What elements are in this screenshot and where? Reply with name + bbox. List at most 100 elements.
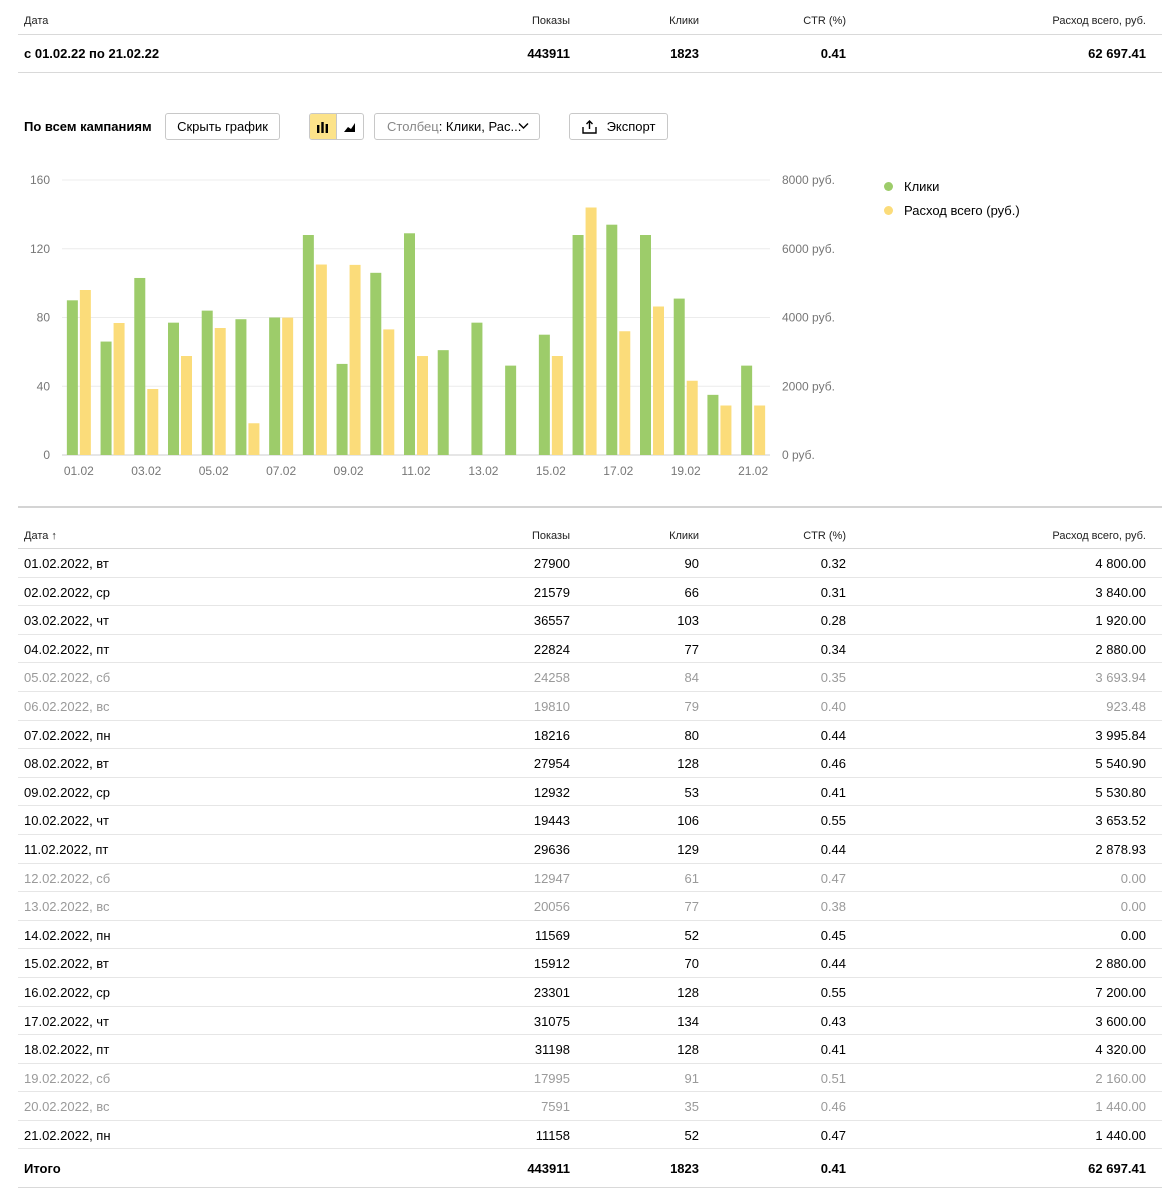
- x-tick-label: 03.02: [131, 464, 161, 478]
- table-row[interactable]: 21.02.2022, пн 11158 52 0.47 1 440.00: [18, 1121, 1162, 1150]
- table-row[interactable]: 10.02.2022, чт 19443 106 0.55 3 653.52: [18, 806, 1162, 835]
- daily-col-header-shows[interactable]: Показы: [532, 530, 570, 542]
- bar-chart-view-button[interactable]: [310, 114, 337, 139]
- row-spend: 3 600.00: [1095, 1013, 1146, 1029]
- table-row[interactable]: 19.02.2022, сб 17995 91 0.51 2 160.00: [18, 1064, 1162, 1093]
- bar-clicks: [269, 317, 281, 455]
- table-row[interactable]: 06.02.2022, вс 19810 79 0.40 923.48: [18, 692, 1162, 721]
- total-row: Итого 443911 1823 0.41 62 697.41: [18, 1150, 1162, 1188]
- row-ctr: 0.31: [820, 584, 846, 600]
- row-shows: 20056: [533, 899, 570, 915]
- table-row[interactable]: 03.02.2022, чт 36557 103 0.28 1 920.00: [18, 606, 1162, 635]
- row-clicks: 77: [684, 899, 699, 915]
- row-spend: 2 880.00: [1095, 956, 1146, 972]
- row-ctr: 0.44: [820, 841, 846, 857]
- daily-col-header-ctr[interactable]: CTR (%): [803, 530, 846, 542]
- daily-col-header-date[interactable]: Дата ↑: [24, 530, 57, 542]
- hide-chart-button[interactable]: Скрыть график: [165, 113, 280, 140]
- row-clicks: 66: [684, 584, 699, 600]
- row-clicks: 128: [677, 984, 699, 1000]
- table-row[interactable]: 04.02.2022, пт 22824 77 0.34 2 880.00: [18, 635, 1162, 664]
- row-date: 14.02.2022, пн: [24, 927, 111, 943]
- summary-date: с 01.02.22 по 21.02.22: [24, 46, 160, 61]
- row-date: 16.02.2022, ср: [24, 984, 111, 1000]
- bar-spend: [720, 405, 732, 455]
- col-header-shows[interactable]: Показы: [532, 15, 570, 27]
- table-row[interactable]: 15.02.2022, вт 15912 70 0.44 2 880.00: [18, 949, 1162, 978]
- row-spend: 0.00: [1120, 899, 1146, 915]
- bar-clicks: [437, 350, 449, 455]
- row-shows: 31198: [534, 1042, 570, 1058]
- table-row[interactable]: 14.02.2022, пн 11569 52 0.45 0.00: [18, 921, 1162, 950]
- legend-item-clicks[interactable]: Клики: [884, 174, 1020, 198]
- export-label: Экспорт: [606, 119, 656, 134]
- row-clicks: 106: [677, 813, 699, 829]
- col-header-spend[interactable]: Расход всего, руб.: [1052, 15, 1146, 27]
- y-left-tick-label: 0: [43, 448, 50, 462]
- bar-clicks: [640, 235, 651, 455]
- col-header-ctr[interactable]: CTR (%): [803, 15, 846, 27]
- bar-clicks: [201, 310, 213, 455]
- table-row[interactable]: 01.02.2022, вт 27900 90 0.32 4 800.00: [18, 549, 1162, 578]
- row-spend: 3 693.94: [1095, 670, 1146, 686]
- summary-row: с 01.02.22 по 21.02.22 443911 1823 0.41 …: [18, 35, 1162, 73]
- row-date: 08.02.2022, вт: [24, 756, 109, 772]
- table-row[interactable]: 16.02.2022, ср 23301 128 0.55 7 200.00: [18, 978, 1162, 1007]
- table-row[interactable]: 13.02.2022, вс 20056 77 0.38 0.00: [18, 892, 1162, 921]
- table-row[interactable]: 05.02.2022, сб 24258 84 0.35 3 693.94: [18, 663, 1162, 692]
- row-date: 07.02.2022, пн: [24, 727, 111, 743]
- table-row[interactable]: 11.02.2022, пт 29636 129 0.44 2 878.93: [18, 835, 1162, 864]
- table-row[interactable]: 12.02.2022, сб 12947 61 0.47 0.00: [18, 864, 1162, 893]
- row-clicks: 128: [677, 756, 699, 772]
- row-clicks: 70: [684, 956, 699, 972]
- row-date: 15.02.2022, вт: [24, 956, 109, 972]
- col-header-clicks[interactable]: Клики: [669, 15, 699, 27]
- row-clicks: 79: [684, 698, 699, 714]
- bar-clicks: [336, 363, 348, 455]
- export-button[interactable]: Экспорт: [569, 113, 668, 140]
- daily-col-header-spend[interactable]: Расход всего, руб.: [1052, 530, 1146, 542]
- row-date: 19.02.2022, сб: [24, 1070, 111, 1086]
- table-row[interactable]: 18.02.2022, пт 31198 128 0.41 4 320.00: [18, 1035, 1162, 1064]
- table-row[interactable]: 17.02.2022, чт 31075 134 0.43 3 600.00: [18, 1007, 1162, 1036]
- section-divider: [18, 506, 1162, 508]
- row-date: 05.02.2022, сб: [24, 670, 111, 686]
- legend-label-spend: Расход всего (руб.): [904, 202, 1020, 218]
- x-tick-label: 11.02: [401, 464, 430, 478]
- summary-clicks: 1823: [670, 46, 699, 61]
- row-clicks: 80: [684, 727, 699, 743]
- row-clicks: 129: [677, 841, 699, 857]
- row-ctr: 0.51: [820, 1070, 846, 1086]
- bar-spend: [181, 356, 192, 455]
- col-header-date[interactable]: Дата: [24, 15, 48, 27]
- x-tick-label: 05.02: [199, 464, 229, 478]
- row-spend: 4 800.00: [1095, 556, 1146, 571]
- table-row[interactable]: 09.02.2022, ср 12932 53 0.41 5 530.80: [18, 778, 1162, 807]
- row-spend: 1 920.00: [1095, 613, 1146, 629]
- row-spend: 1 440.00: [1095, 1127, 1146, 1143]
- row-shows: 29636: [533, 841, 570, 857]
- column-select[interactable]: Столбец: Клики, Рас...: [374, 113, 540, 140]
- daily-col-header-clicks[interactable]: Клики: [669, 530, 699, 542]
- table-row[interactable]: 07.02.2022, пн 18216 80 0.44 3 995.84: [18, 721, 1162, 750]
- y-left-tick-label: 160: [30, 173, 50, 187]
- table-row[interactable]: 02.02.2022, ср 21579 66 0.31 3 840.00: [18, 578, 1162, 607]
- bar-spend: [349, 264, 361, 455]
- row-ctr: 0.38: [820, 899, 846, 915]
- chart-view-toggle: [309, 113, 364, 140]
- row-shows: 7591: [541, 1099, 570, 1115]
- bar-spend: [551, 356, 563, 455]
- area-chart-view-button[interactable]: [337, 114, 363, 139]
- row-date: 06.02.2022, вс: [24, 698, 110, 714]
- row-spend: 3 840.00: [1095, 584, 1146, 600]
- row-ctr: 0.41: [820, 784, 846, 800]
- table-row[interactable]: 08.02.2022, вт 27954 128 0.46 5 540.90: [18, 749, 1162, 778]
- daily-bar-chart: 0 40 80 120 160 0 руб. 2000 руб. 4000 руб. 6000 …: [30, 173, 835, 478]
- row-shows: 19443: [533, 813, 570, 829]
- row-shows: 19810: [533, 698, 570, 714]
- row-date: 02.02.2022, ср: [24, 584, 111, 600]
- legend-item-spend[interactable]: Расход всего (руб.): [884, 198, 1020, 222]
- row-clicks: 134: [677, 1013, 699, 1029]
- table-row[interactable]: 20.02.2022, вс 7591 35 0.46 1 440.00: [18, 1092, 1162, 1121]
- total-ctr: 0.41: [820, 1161, 846, 1176]
